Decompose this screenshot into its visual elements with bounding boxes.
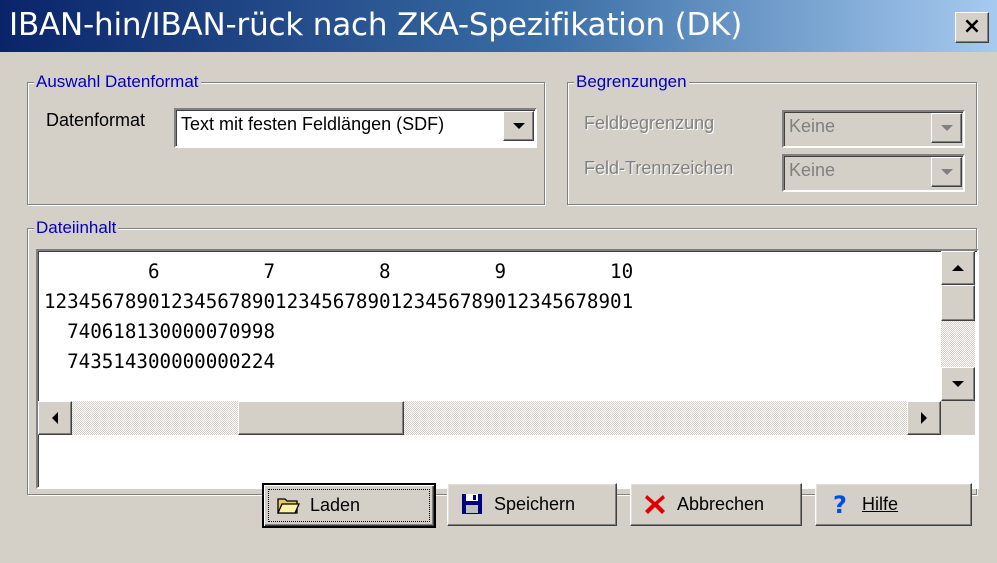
dropdown-button[interactable] (931, 157, 962, 187)
window-title: IBAN-hin/IBAN-rück nach ZKA-Spezifikatio… (9, 7, 743, 43)
content-line: 740618130000070998 (44, 320, 276, 343)
laden-label: Laden (310, 495, 361, 515)
scroll-right-button[interactable] (907, 401, 941, 435)
scroll-left-button[interactable] (38, 401, 72, 435)
file-content-memo[interactable]: 6 7 8 9 10 123456789012345678901234567890… (36, 249, 979, 489)
red-x-icon (645, 495, 665, 514)
abbrechen-button[interactable]: Abbrechen (630, 483, 802, 526)
feldbegrenzung-value: Keine (789, 116, 836, 136)
laden-button[interactable]: Laden (262, 483, 436, 528)
datenformat-value: Text mit festen Feldlängen (SDF) (181, 114, 445, 134)
floppy-disk-icon (462, 494, 482, 514)
dropdown-button[interactable] (931, 113, 962, 143)
feld-trennzeichen-value: Keine (789, 160, 836, 180)
feld-trennzeichen-label: Feld-Trennzeichen (584, 158, 734, 178)
hilfe-label: Hilfe (862, 494, 899, 514)
content-line: 743514300000000224 (44, 350, 276, 373)
title-bar[interactable]: IBAN-hin/IBAN-rück nach ZKA-Spezifikatio… (0, 0, 997, 52)
horizontal-scrollbar[interactable] (38, 401, 941, 435)
datenformat-select[interactable]: Text mit festen Feldlängen (SDF) (174, 108, 537, 148)
arrow-left-icon (52, 412, 58, 424)
scroll-down-button[interactable] (941, 367, 975, 401)
group-legend: Auswahl Datenformat (34, 72, 201, 92)
chevron-down-icon (512, 123, 525, 129)
feldbegrenzung-select[interactable]: Keine (782, 110, 965, 148)
vertical-scrollbar[interactable] (941, 251, 975, 401)
group-legend: Dateiinhalt (34, 218, 119, 238)
scrollbar-corner (941, 401, 975, 435)
question-mark-icon: ? (833, 492, 847, 516)
speichern-button[interactable]: Speichern (447, 483, 617, 526)
dialog-body: Auswahl Datenformat Datenformat Text mit… (0, 52, 997, 563)
arrow-down-icon (952, 381, 964, 387)
feld-trennzeichen-select[interactable]: Keine (782, 154, 965, 192)
ruler-line: 6 7 8 9 10 (44, 260, 634, 283)
ruler-digits-line: 1234567890123456789012345678901234567890… (44, 290, 634, 313)
close-button[interactable]: × (955, 12, 989, 43)
vertical-scroll-thumb[interactable] (941, 285, 975, 321)
group-legend: Begrenzungen (574, 72, 689, 92)
hilfe-button[interactable]: ? Hilfe (815, 483, 972, 526)
feldbegrenzung-label: Feldbegrenzung (584, 113, 715, 133)
dropdown-button[interactable] (503, 111, 534, 141)
speichern-label: Speichern (494, 494, 576, 514)
arrow-right-icon (921, 412, 927, 424)
open-folder-icon (276, 498, 300, 514)
file-content-text[interactable]: 6 7 8 9 10 123456789012345678901234567890… (44, 257, 937, 397)
horizontal-scroll-thumb[interactable] (238, 401, 404, 435)
chevron-down-icon (940, 125, 953, 131)
chevron-down-icon (940, 169, 953, 175)
datenformat-label: Datenformat (46, 110, 146, 130)
arrow-up-icon (952, 265, 964, 271)
scroll-up-button[interactable] (941, 251, 975, 285)
abbrechen-label: Abbrechen (677, 494, 765, 514)
svg-text:?: ? (833, 492, 847, 516)
